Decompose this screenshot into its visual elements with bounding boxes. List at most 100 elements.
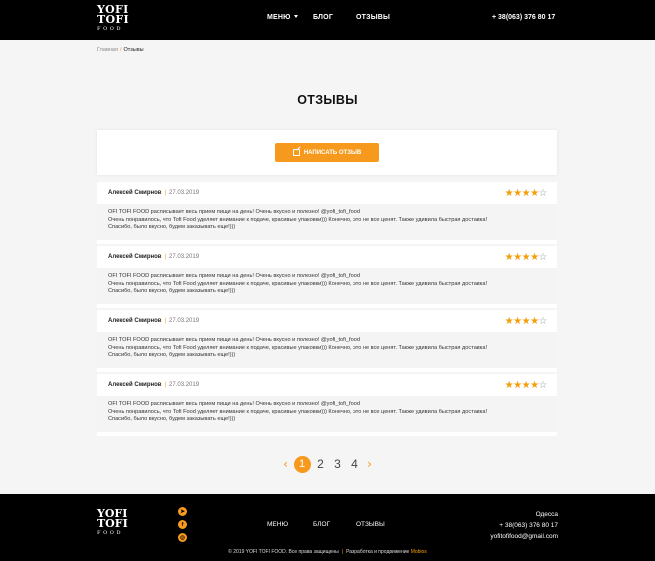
- copyright-text: © 2019 YOFI TOFI FOOD. Все права защищен…: [228, 549, 339, 555]
- header-phone[interactable]: + 38(063) 376 80 17: [492, 14, 555, 21]
- star-filled-icon: ★: [530, 252, 539, 263]
- site-footer: YOFI TOFI FOOD ➤ f ◎ МЕНЮ БЛОГ ОТЗЫВЫ Од…: [0, 494, 655, 561]
- footer-logo[interactable]: YOFI TOFI FOOD: [97, 508, 137, 537]
- review-header: Алексей Смирнов | 27.03.2019: [108, 382, 199, 388]
- footer-logo-line-2: TOFI: [97, 517, 128, 530]
- write-review-panel: НАПИСАТЬ ОТЗЫВ: [97, 130, 557, 175]
- review-line: Спасибо, было вкусно, будем заказывать е…: [108, 224, 236, 231]
- star-empty-icon: ☆: [538, 252, 548, 263]
- page-title: ОТЗЫВЫ: [297, 93, 358, 107]
- review-header: Алексей Смирнов | 27.03.2019: [108, 190, 199, 196]
- review-separator: |: [164, 318, 167, 324]
- telegram-icon[interactable]: ➤: [178, 507, 187, 516]
- review-date: 27.03.2019: [169, 254, 200, 260]
- page-2-button[interactable]: 2: [314, 457, 328, 471]
- review-author: Алексей Смирнов: [108, 254, 162, 260]
- footer-phone[interactable]: + 38(063) 376 80 17: [490, 520, 558, 531]
- review-header: Алексей Смирнов | 27.03.2019: [108, 318, 199, 324]
- rating-stars: ★★★★☆: [504, 316, 548, 327]
- breadcrumb: Главная / Отзывы: [97, 47, 144, 53]
- nav-item-blog[interactable]: БЛОГ: [313, 14, 333, 21]
- pagination: ‹ 1 2 3 4 ›: [0, 455, 655, 473]
- review-line: Очень понравилось, что Tofi Food уделяет…: [108, 344, 488, 351]
- review-text: OFI TOFI FOOD расписывает весь прием пищ…: [97, 332, 557, 368]
- review-line: OFI TOFI FOOD расписывает весь прием пищ…: [108, 209, 360, 215]
- rating-stars: ★★★★☆: [504, 252, 548, 263]
- review-separator: |: [164, 190, 167, 196]
- review-line: OFI TOFI FOOD расписывает весь прием пищ…: [108, 273, 360, 279]
- write-review-button[interactable]: НАПИСАТЬ ОТЗЫВ: [275, 143, 379, 162]
- breadcrumb-home[interactable]: Главная: [97, 47, 118, 53]
- chevron-down-icon: [293, 15, 298, 18]
- footer-city: Одесса: [535, 511, 558, 518]
- review-separator: |: [164, 382, 167, 388]
- review-line: OFI TOFI FOOD расписывает весь прием пищ…: [108, 401, 360, 407]
- review-author: Алексей Смирнов: [108, 318, 162, 324]
- review-separator: |: [164, 254, 167, 260]
- star-filled-icon: ★: [504, 188, 514, 199]
- review-line: Очень понравилось, что Tofi Food уделяет…: [108, 216, 488, 223]
- facebook-icon[interactable]: f: [178, 520, 187, 529]
- star-filled-icon: ★: [504, 316, 514, 327]
- star-filled-icon: ★: [521, 252, 531, 263]
- star-filled-icon: ★: [521, 380, 531, 391]
- review-line: Спасибо, было вкусно, будем заказывать е…: [108, 288, 236, 295]
- review-text: OFI TOFI FOOD расписывает весь прием пищ…: [97, 396, 557, 432]
- star-filled-icon: ★: [530, 316, 539, 327]
- review-date: 27.03.2019: [169, 318, 200, 324]
- review-line: Очень понравилось, что Tofi Food уделяет…: [108, 408, 488, 415]
- star-filled-icon: ★: [513, 316, 522, 327]
- star-empty-icon: ☆: [538, 380, 548, 391]
- star-filled-icon: ★: [504, 380, 514, 391]
- nav-item-menu-label: МЕНЮ: [267, 14, 291, 21]
- edit-icon: [292, 149, 300, 156]
- review-card: Алексей Смирнов | 27.03.2019 ★★★★☆ OFI TOF…: [97, 310, 557, 372]
- star-filled-icon: ★: [513, 252, 522, 263]
- page-1-button[interactable]: 1: [293, 455, 311, 473]
- star-empty-icon: ☆: [538, 316, 548, 327]
- star-filled-icon: ★: [521, 188, 531, 199]
- star-filled-icon: ★: [521, 316, 531, 327]
- instagram-icon[interactable]: ◎: [178, 533, 187, 542]
- breadcrumb-current: Отзывы: [123, 47, 144, 53]
- review-line: Очень понравилось, что Tofi Food уделяет…: [108, 280, 488, 287]
- star-filled-icon: ★: [504, 252, 514, 263]
- footer-logo-line-3: FOOD: [97, 530, 124, 536]
- review-author: Алексей Смирнов: [108, 190, 162, 196]
- review-text: OFI TOFI FOOD расписывает весь прием пищ…: [97, 204, 557, 240]
- page-3-button[interactable]: 3: [331, 457, 345, 471]
- review-card: Алексей Смирнов | 27.03.2019 ★★★★☆ OFI TOF…: [97, 246, 557, 308]
- review-card: Алексей Смирнов | 27.03.2019 ★★★★☆ OFI TOF…: [97, 182, 557, 244]
- main-nav: МЕНЮ БЛОГ ОТЗЫВЫ: [0, 0, 655, 40]
- page-4-button[interactable]: 4: [348, 457, 362, 471]
- developer-link[interactable]: Mobios: [411, 549, 427, 555]
- prev-page-icon[interactable]: ‹: [281, 457, 291, 471]
- next-page-icon[interactable]: ›: [365, 457, 375, 471]
- review-date: 27.03.2019: [169, 382, 200, 388]
- star-empty-icon: ☆: [538, 188, 548, 199]
- footer-nav-reviews[interactable]: ОТЗЫВЫ: [356, 521, 385, 528]
- copyright-separator: |: [341, 549, 344, 555]
- review-line: OFI TOFI FOOD расписывает весь прием пищ…: [108, 337, 360, 343]
- review-date: 27.03.2019: [169, 190, 200, 196]
- footer-contacts: Одесса + 38(063) 376 80 17 yofitofifood@…: [490, 509, 558, 542]
- star-filled-icon: ★: [530, 380, 539, 391]
- rating-stars: ★★★★☆: [504, 188, 548, 199]
- footer-nav-blog[interactable]: БЛОГ: [313, 521, 330, 528]
- review-header: Алексей Смирнов | 27.03.2019: [108, 254, 199, 260]
- nav-item-menu[interactable]: МЕНЮ: [267, 14, 298, 21]
- site-header: YOFI TOFI FOOD МЕНЮ БЛОГ ОТЗЫВЫ + 38(063…: [0, 0, 655, 40]
- review-line: Спасибо, было вкусно, будем заказывать е…: [108, 416, 236, 423]
- star-filled-icon: ★: [513, 188, 522, 199]
- footer-email[interactable]: yofitofifood@gmail.com: [490, 531, 558, 542]
- review-author: Алексей Смирнов: [108, 382, 162, 388]
- review-card: Алексей Смирнов | 27.03.2019 ★★★★☆ OFI TOF…: [97, 374, 557, 436]
- nav-item-reviews[interactable]: ОТЗЫВЫ: [356, 14, 390, 21]
- star-filled-icon: ★: [513, 380, 522, 391]
- copyright: © 2019 YOFI TOFI FOOD. Все права защищен…: [0, 549, 655, 555]
- write-review-label: НАПИСАТЬ ОТЗЫВ: [303, 149, 362, 156]
- review-line: Спасибо, было вкусно, будем заказывать е…: [108, 352, 236, 359]
- footer-nav-menu[interactable]: МЕНЮ: [267, 521, 288, 528]
- breadcrumb-separator: /: [119, 47, 122, 53]
- star-filled-icon: ★: [530, 188, 539, 199]
